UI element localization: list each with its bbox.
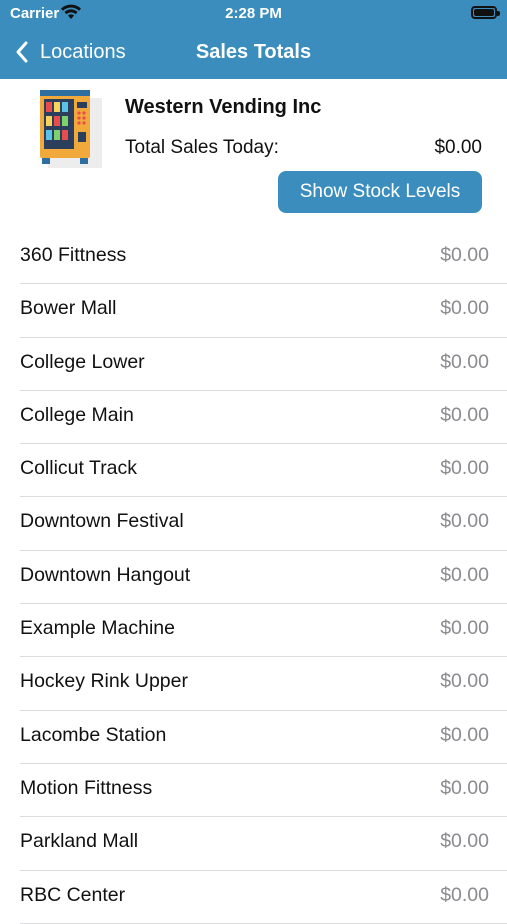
location-amount: $0.00 [440, 670, 489, 693]
show-stock-levels-button[interactable]: Show Stock Levels [278, 171, 482, 213]
location-name: College Main [20, 403, 134, 426]
total-sales-label: Total Sales Today: [125, 137, 279, 158]
location-row[interactable]: Lacombe Station $0.00 [0, 711, 507, 764]
location-name: Downtown Hangout [20, 563, 191, 586]
location-row[interactable]: Parkland Mall $0.00 [0, 817, 507, 871]
battery-icon [471, 6, 500, 19]
location-amount: $0.00 [440, 617, 489, 640]
location-name: Bower Mall [20, 297, 117, 320]
location-name: College Lower [20, 350, 145, 373]
total-sales-value: $0.00 [434, 137, 482, 158]
location-row[interactable]: College Lower $0.00 [0, 338, 507, 391]
location-name: Downtown Festival [20, 510, 184, 533]
location-row[interactable]: Hockey Rink Upper $0.00 [0, 657, 507, 711]
location-row[interactable]: College Main $0.00 [0, 391, 507, 445]
location-amount: $0.00 [440, 244, 489, 266]
location-amount: $0.00 [440, 457, 489, 480]
location-row[interactable]: Downtown Festival $0.00 [0, 497, 507, 551]
location-name: Collicut Track [20, 457, 138, 480]
location-row[interactable]: Downtown Hangout $0.00 [0, 551, 507, 605]
page-title: Sales Totals [195, 41, 312, 63]
clock: 2:28 PM [225, 5, 282, 22]
location-name: Hockey Rink Upper [20, 670, 188, 693]
location-row[interactable]: 360 Fittness $0.00 [0, 231, 507, 285]
location-name: 360 Fittness [20, 244, 127, 266]
location-amount: $0.00 [440, 776, 489, 799]
location-amount: $0.00 [440, 723, 489, 746]
location-amount: $0.00 [440, 563, 489, 586]
location-name: RBC Center [20, 883, 126, 906]
location-amount: $0.00 [440, 510, 489, 533]
location-name: Lacombe Station [20, 723, 167, 746]
location-row[interactable]: RBC Center $0.00 [0, 871, 507, 924]
location-row[interactable]: Bower Mall $0.00 [0, 284, 507, 338]
navigation-bar: Carrier 2:28 PM Locations Sales Totals [0, 0, 507, 79]
location-amount: $0.00 [440, 830, 489, 853]
location-row[interactable]: Collicut Track $0.00 [0, 444, 507, 498]
company-name: Western Vending Inc [125, 96, 322, 118]
location-list: 360 Fittness $0.00 Bower Mall $0.00 College … [0, 231, 507, 924]
location-name: Motion Fittness [20, 776, 153, 799]
location-row[interactable]: Example Machine $0.00 [0, 604, 507, 658]
location-amount: $0.00 [440, 297, 489, 320]
location-amount: $0.00 [440, 883, 489, 906]
location-row[interactable]: Motion Fittness $0.00 [0, 764, 507, 818]
location-amount: $0.00 [440, 403, 489, 426]
location-name: Example Machine [20, 617, 175, 640]
vending-machine-icon [40, 90, 102, 168]
location-amount: $0.00 [440, 350, 489, 373]
location-name: Parkland Mall [20, 830, 139, 853]
status-bar: Carrier 2:28 PM [0, 0, 507, 28]
